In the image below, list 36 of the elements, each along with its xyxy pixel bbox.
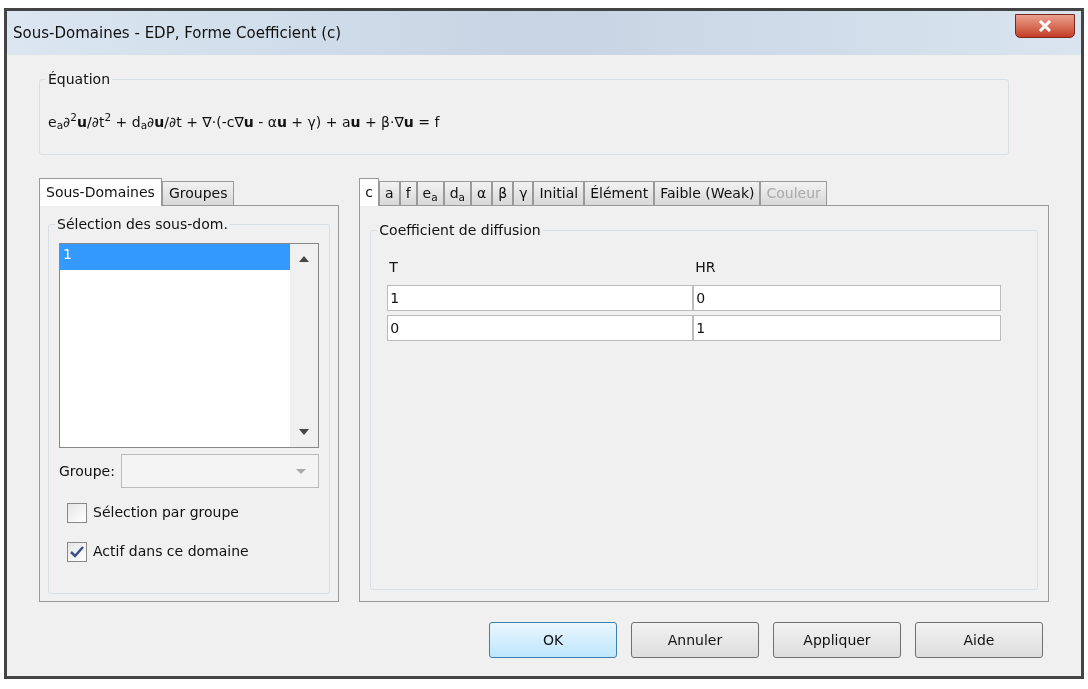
tab[interactable]: β	[492, 181, 514, 205]
checkbox[interactable]	[67, 502, 87, 523]
tab[interactable]: Groupes	[161, 181, 235, 205]
column-header: T	[388, 258, 399, 277]
dialog-button[interactable]: Appliquer	[773, 622, 901, 658]
tab[interactable]: Initial	[533, 181, 585, 205]
close-icon	[1038, 20, 1052, 32]
window-title: Sous-Domaines - EDP, Forme Coefficient (c)	[13, 22, 342, 44]
input-field[interactable]: 1	[387, 285, 694, 311]
tab[interactable]: a	[379, 181, 400, 205]
scroll-up-icon[interactable]	[299, 256, 310, 262]
input-field[interactable]: 1	[693, 315, 1002, 341]
group-label: Équation	[46, 70, 112, 88]
column-header: HR	[694, 258, 717, 277]
equation-text: e$_{a}$∂$^{2}$u/∂t$^{2}$ + d$_{a}$∂u/∂t + ∇·(-c∇u - αu + γ) + au + β·∇u = f	[48, 111, 440, 133]
close-button[interactable]	[1015, 14, 1075, 38]
dropdown-arrow-icon	[296, 468, 307, 474]
tab[interactable]: α	[470, 181, 493, 205]
tab[interactable]: γ	[513, 181, 534, 205]
dialog-button[interactable]: Aide	[915, 622, 1043, 658]
tab[interactable]: Sous-Domaines	[39, 178, 162, 206]
field-label: Groupe:	[59, 461, 115, 481]
tab[interactable]: Faible (Weak)	[654, 181, 761, 205]
tab[interactable]: c	[359, 178, 380, 206]
tab[interactable]: d$_{a}$	[443, 181, 471, 205]
scroll-down-icon[interactable]	[299, 429, 310, 435]
tab[interactable]: e$_{a}$	[416, 181, 444, 205]
dialog-button[interactable]: Annuler	[631, 622, 759, 658]
input-field[interactable]: 0	[387, 315, 694, 341]
checkbox-label: Sélection par groupe	[93, 503, 239, 522]
input-field[interactable]: 0	[693, 285, 1002, 311]
scrollbar[interactable]	[290, 244, 319, 447]
tab[interactable]: Élément	[584, 181, 655, 205]
checkbox-label: Actif dans ce domaine	[93, 542, 249, 561]
checkbox[interactable]	[67, 541, 87, 562]
dialog-button[interactable]: OK	[489, 622, 617, 658]
